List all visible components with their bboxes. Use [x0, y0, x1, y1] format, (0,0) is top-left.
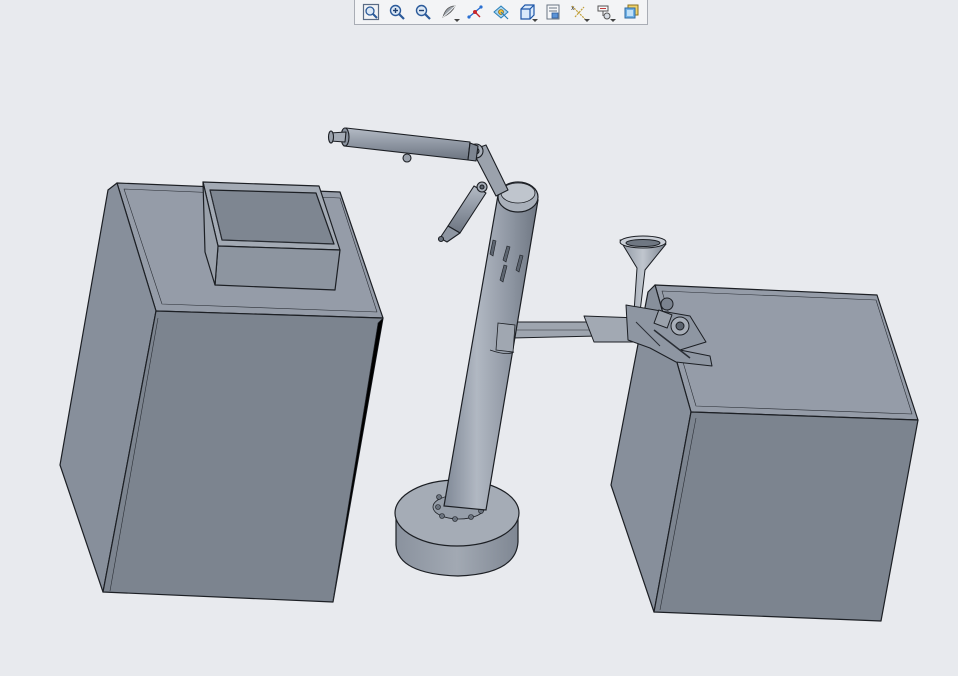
robot-actuator[interactable] — [437, 181, 488, 243]
model-viewport[interactable] — [0, 0, 958, 676]
left-bin[interactable] — [59, 181, 384, 603]
